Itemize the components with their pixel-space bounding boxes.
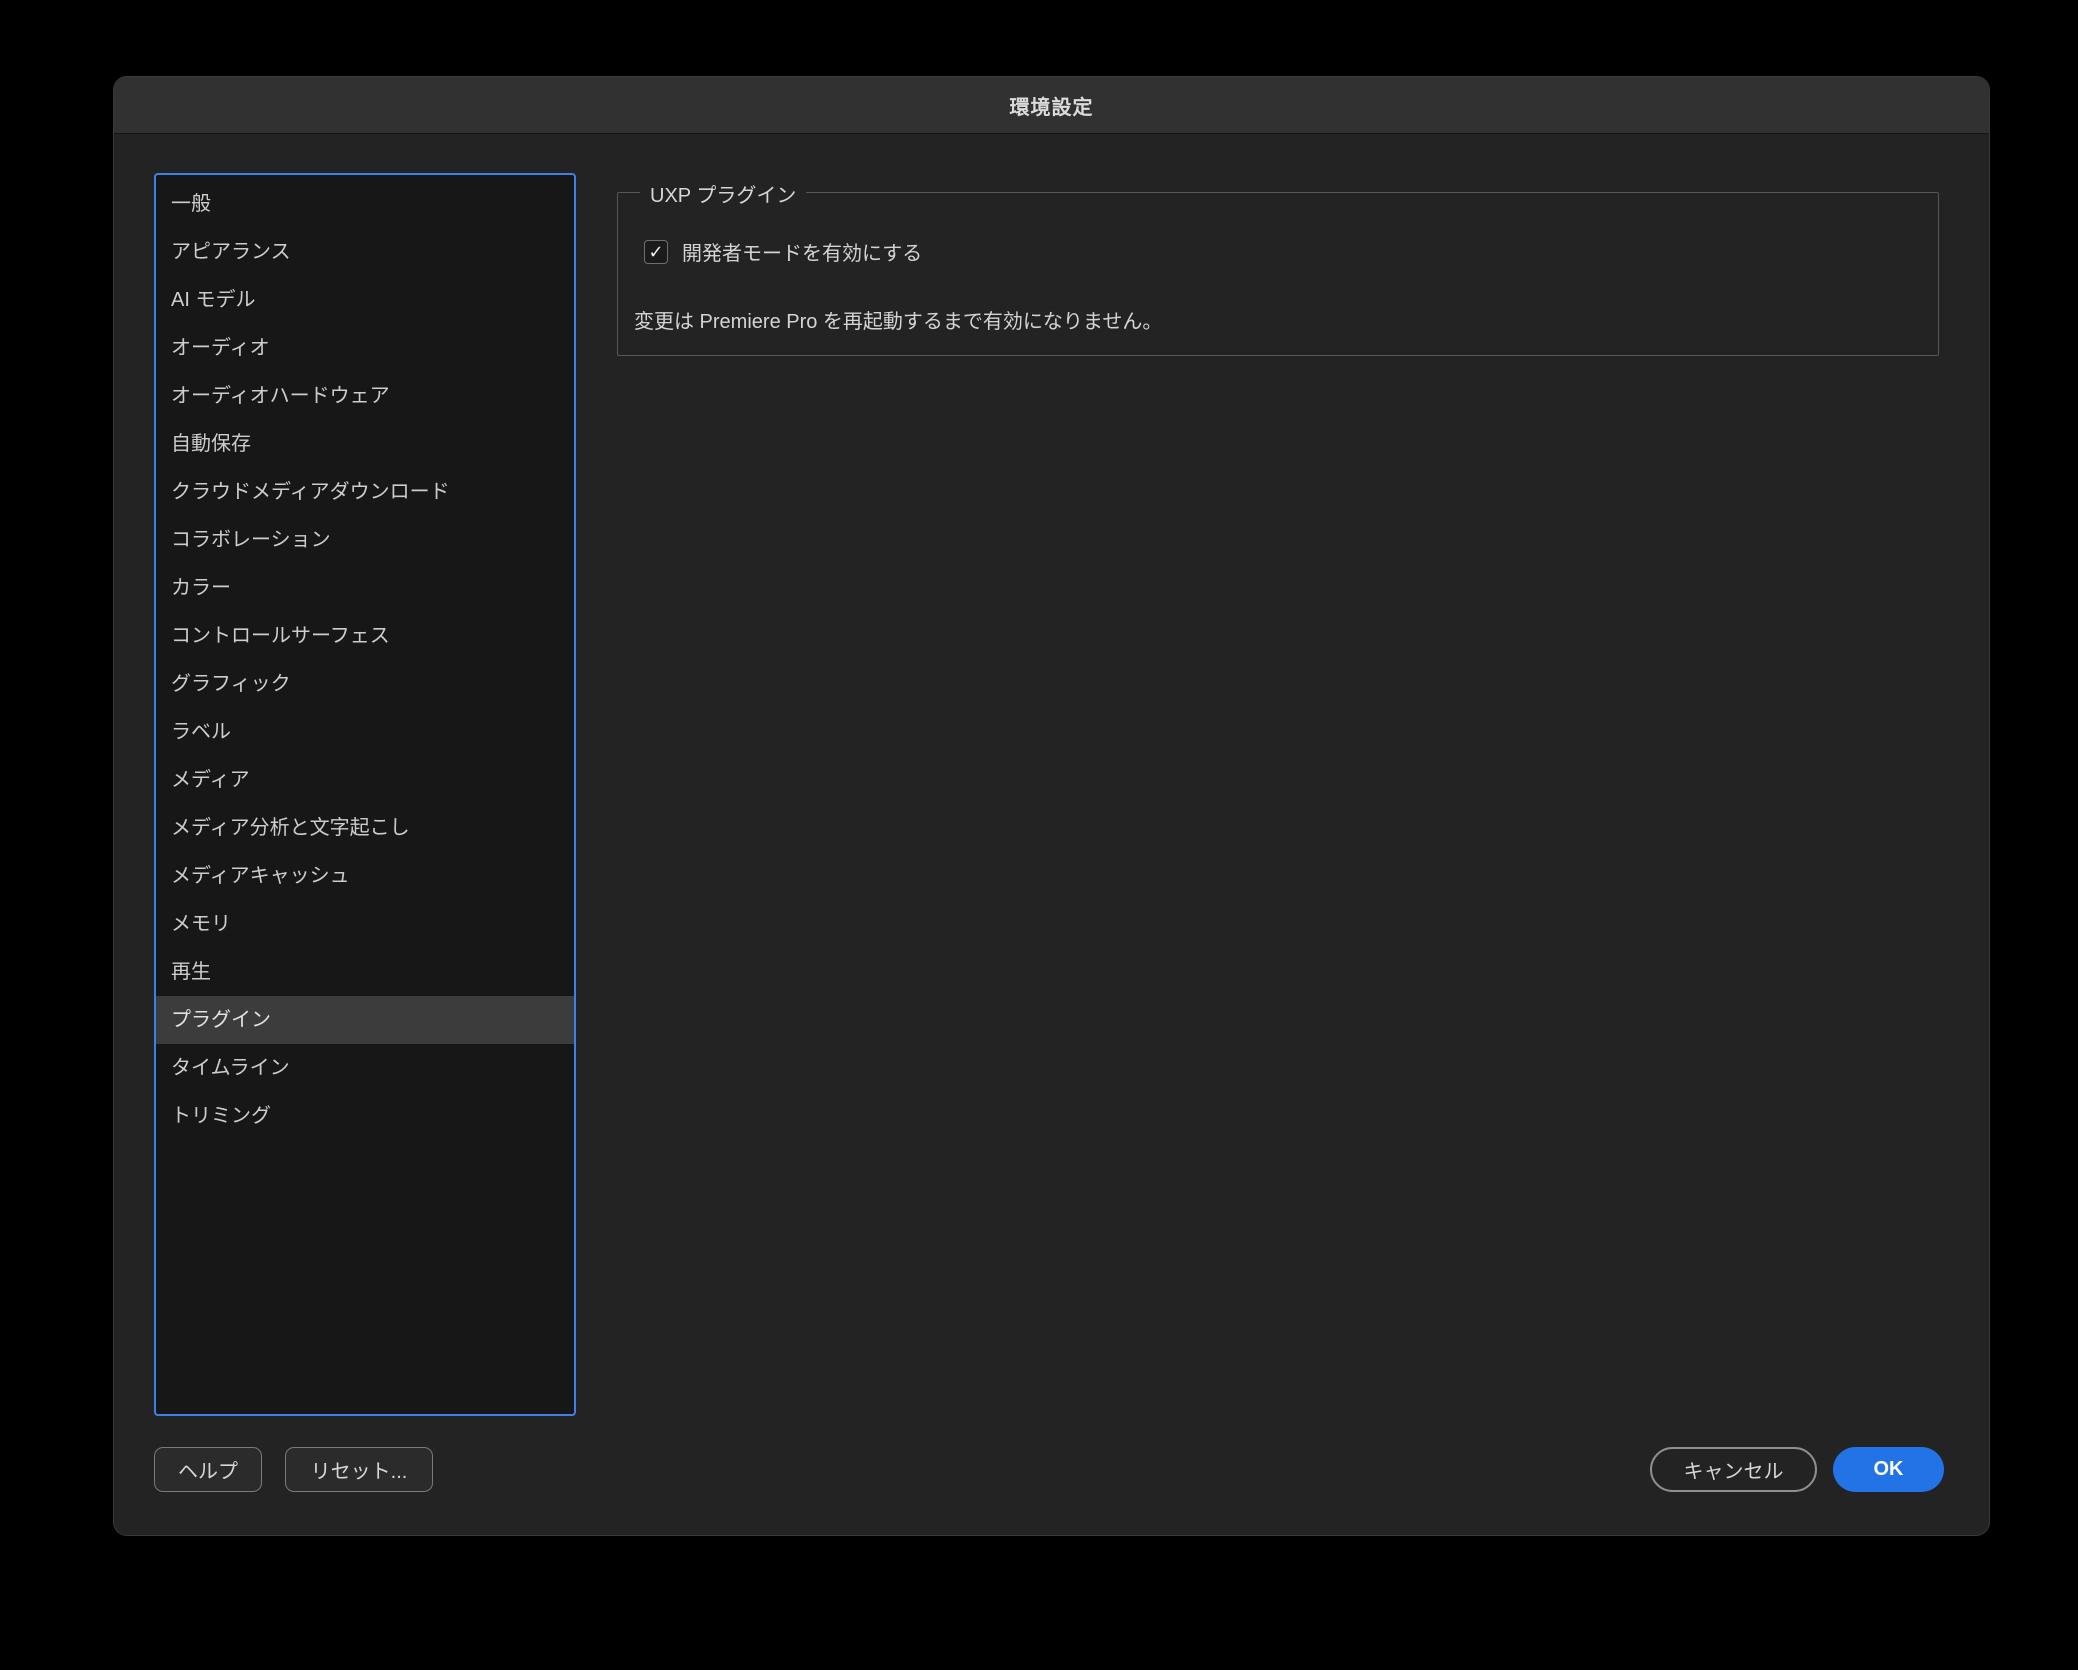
sidebar-item[interactable]: メディア分析と文字起こし [156,804,574,852]
developer-mode-checkbox[interactable]: ✓ [644,240,668,264]
sidebar-item[interactable]: カラー [156,564,574,612]
desktop-background: 環境設定 一般アピアランスAI モデルオーディオオーディオハードウェア自動保存ク… [0,0,2078,1670]
ok-button[interactable]: OK [1833,1447,1944,1492]
sidebar-item[interactable]: グラフィック [156,660,574,708]
sidebar-item[interactable]: コラボレーション [156,516,574,564]
preferences-category-list[interactable]: 一般アピアランスAI モデルオーディオオーディオハードウェア自動保存クラウドメデ… [154,173,576,1416]
sidebar-item[interactable]: タイムライン [156,1044,574,1092]
sidebar-item[interactable]: 再生 [156,948,574,996]
sidebar-item[interactable]: アピアランス [156,228,574,276]
checkmark-icon: ✓ [648,243,663,261]
sidebar-item[interactable]: トリミング [156,1092,574,1140]
help-button[interactable]: ヘルプ [154,1447,262,1492]
sidebar-item[interactable]: オーディオ [156,324,574,372]
sidebar-item[interactable]: メディア [156,756,574,804]
developer-mode-label[interactable]: 開発者モードを有効にする [682,237,922,266]
developer-mode-row: ✓ 開発者モードを有効にする [644,237,922,266]
sidebar-item[interactable]: 一般 [156,180,574,228]
sidebar-item[interactable]: コントロールサーフェス [156,612,574,660]
sidebar-item[interactable]: メディアキャッシュ [156,852,574,900]
sidebar-item[interactable]: クラウドメディアダウンロード [156,468,574,516]
uxp-plugin-groupbox: UXP プラグイン ✓ 開発者モードを有効にする 変更は Premiere Pr… [617,192,1939,356]
preferences-dialog: 環境設定 一般アピアランスAI モデルオーディオオーディオハードウェア自動保存ク… [113,76,1990,1536]
sidebar-item[interactable]: メモリ [156,900,574,948]
sidebar-item[interactable]: 自動保存 [156,420,574,468]
sidebar-item[interactable]: AI モデル [156,276,574,324]
sidebar-item[interactable]: プラグイン [156,996,574,1044]
dialog-titlebar[interactable]: 環境設定 [114,77,1989,134]
restart-note: 変更は Premiere Pro を再起動するまで有効になりません。 [634,305,1162,334]
cancel-button[interactable]: キャンセル [1650,1447,1817,1492]
dialog-title: 環境設定 [1010,91,1094,120]
sidebar-item[interactable]: オーディオハードウェア [156,372,574,420]
reset-button[interactable]: リセット... [285,1447,433,1492]
sidebar-item[interactable]: ラベル [156,708,574,756]
groupbox-legend: UXP プラグイン [640,179,806,208]
